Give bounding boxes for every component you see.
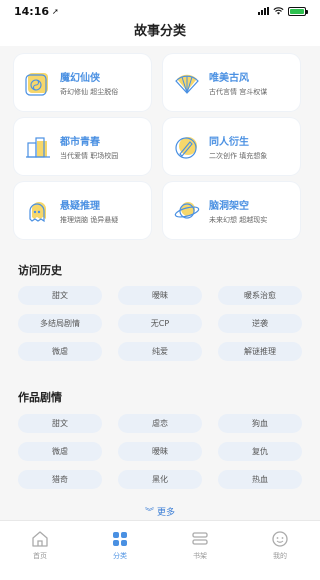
history-section-title: 访问历史	[18, 264, 62, 277]
plot-tag[interactable]: 复仇	[218, 442, 302, 461]
category-title: 脑洞架空	[209, 200, 249, 212]
ghost-icon	[29, 201, 46, 222]
tab-label: 分类	[113, 552, 127, 560]
planet-icon	[174, 201, 200, 219]
tab-profile[interactable]: 我的	[240, 521, 320, 580]
category-subtitle: 古代言情 宫斗权谋	[209, 87, 268, 96]
history-tag[interactable]: 纯爱	[118, 342, 202, 361]
status-bar: 14:16 ➚	[0, 0, 320, 22]
bottom-tab-bar: 首页 分类 书架 我的	[0, 520, 320, 580]
tab-bookshelf[interactable]: 书架	[160, 521, 240, 580]
city-buildings-icon	[26, 136, 50, 158]
fan-icon	[175, 74, 199, 94]
wifi-icon	[273, 7, 284, 15]
history-tag[interactable]: 微虐	[18, 342, 102, 361]
category-grid: 魔幻仙侠 奇幻修仙 超尘脱俗 唯美古风 古代言情 宫斗权谋 都市青春 当代爱情 …	[14, 54, 308, 239]
category-card-fanfic[interactable]: 同人衍生 二次创作 填充想象	[163, 118, 300, 175]
more-label: 更多	[156, 508, 175, 518]
location-arrow-icon: ➚	[52, 6, 59, 16]
category-card-scifi[interactable]: 脑洞架空 未来幻想 超越现实	[163, 182, 300, 239]
double-chevron-down-icon: ︾	[145, 508, 155, 518]
category-card-fantasy[interactable]: 魔幻仙侠 奇幻修仙 超尘脱俗	[14, 54, 151, 111]
home-icon	[32, 531, 48, 547]
tab-home[interactable]: 首页	[0, 521, 80, 580]
plot-tag-list: 甜文 虐恋 狗血 微虐 暧昧 复仇 猎奇 黑化 热血	[18, 414, 302, 489]
tab-label: 书架	[193, 552, 207, 560]
category-subtitle: 当代爱情 职场校园	[60, 151, 119, 160]
tab-label: 我的	[273, 552, 287, 560]
history-tag-list: 甜文 暧昧 暖系治愈 多结局剧情 无CP 逆袭 微虐 纯爱 解谜推理	[18, 286, 302, 361]
category-title: 悬疑推理	[60, 200, 100, 212]
history-tag[interactable]: 暖系治愈	[218, 286, 302, 305]
battery-icon	[288, 6, 308, 16]
history-tag[interactable]: 多结局剧情	[18, 314, 102, 333]
plot-tag[interactable]: 黑化	[118, 470, 202, 489]
status-time: 14:16	[14, 4, 50, 18]
plot-tag[interactable]: 微虐	[18, 442, 102, 461]
category-card-urban[interactable]: 都市青春 当代爱情 职场校园	[14, 118, 151, 175]
category-icon	[113, 532, 127, 546]
plot-tag[interactable]: 热血	[218, 470, 302, 489]
plot-tag[interactable]: 狗血	[218, 414, 302, 433]
plot-tag[interactable]: 猎奇	[18, 470, 102, 489]
yin-yang-icon	[25, 72, 48, 96]
bookshelf-icon	[192, 532, 208, 545]
history-tag[interactable]: 甜文	[18, 286, 102, 305]
history-tag[interactable]: 暧昧	[118, 286, 202, 305]
history-tag[interactable]: 逆袭	[218, 314, 302, 333]
plot-tag[interactable]: 虐恋	[118, 414, 202, 433]
history-tag[interactable]: 解谜推理	[218, 342, 302, 361]
status-icons	[258, 6, 308, 16]
tab-category[interactable]: 分类	[80, 521, 160, 580]
more-button[interactable]: ︾ 更多	[0, 505, 320, 518]
category-title: 都市青春	[60, 136, 100, 148]
category-subtitle: 二次创作 填充想象	[209, 151, 268, 160]
tab-label: 首页	[33, 552, 47, 560]
category-subtitle: 未来幻想 超越现实	[209, 215, 268, 224]
page-title: 故事分类	[0, 22, 320, 46]
cellular-signal-icon	[258, 7, 269, 15]
history-tag[interactable]: 无CP	[118, 314, 202, 333]
plot-tag[interactable]: 甜文	[18, 414, 102, 433]
category-subtitle: 推理烧脑 诡异悬疑	[60, 215, 119, 224]
category-card-mystery[interactable]: 悬疑推理 推理烧脑 诡异悬疑	[14, 182, 151, 239]
category-subtitle: 奇幻修仙 超尘脱俗	[60, 87, 119, 96]
profile-icon	[272, 531, 288, 547]
plot-tag[interactable]: 暧昧	[118, 442, 202, 461]
pen-circle-icon	[175, 136, 197, 159]
category-card-ancient[interactable]: 唯美古风 古代言情 宫斗权谋	[163, 54, 300, 111]
category-title: 魔幻仙侠	[60, 72, 100, 84]
category-title: 同人衍生	[209, 136, 249, 148]
category-title: 唯美古风	[209, 72, 249, 84]
plots-section-title: 作品剧情	[18, 391, 62, 404]
